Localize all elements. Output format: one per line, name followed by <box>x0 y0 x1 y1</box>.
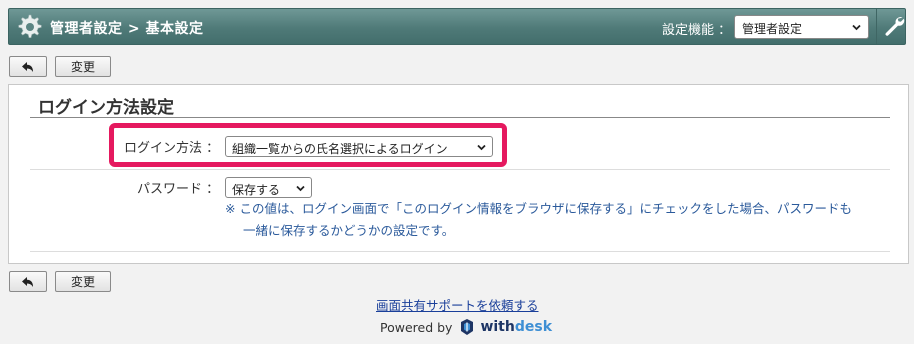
back-button-bottom[interactable] <box>9 271 47 292</box>
powered-by: Powered by with desk <box>380 318 552 336</box>
change-button-bottom-label: 変更 <box>70 275 95 289</box>
password-note: ※ この値は、ログイン画面で「このログイン情報をブラウザに保存する」にチェックを… <box>225 198 895 242</box>
change-button-bottom[interactable]: 変更 <box>55 271 111 292</box>
back-arrow-icon <box>22 61 33 72</box>
password-label: パスワード ： <box>137 182 220 197</box>
withdesk-logo-icon <box>461 319 474 335</box>
page-breadcrumb: 管理者設定 > 基本設定 <box>50 21 204 37</box>
withdesk-logo-with: with <box>480 319 515 335</box>
row-divider <box>30 169 890 170</box>
wrench-icon[interactable] <box>883 15 905 37</box>
password-note-line1: ※ この値は、ログイン画面で「このログイン情報をブラウザに保存する」にチェックを… <box>225 201 852 216</box>
setting-function-label: 設定機能 ： <box>662 23 732 38</box>
gear-icon <box>18 14 42 38</box>
change-button-top-label: 変更 <box>70 60 95 74</box>
login-method-label: ログイン方法 ： <box>124 141 220 156</box>
back-button[interactable] <box>9 56 47 77</box>
screen-share-support-link[interactable]: 画面共有サポートを依頼する <box>376 295 539 314</box>
password-select-value: 保存する <box>232 183 281 197</box>
panel-bottom-divider <box>30 251 890 252</box>
powered-by-text: Powered by <box>380 319 453 335</box>
chevron-down-icon <box>296 185 305 192</box>
header-bar: 管理者設定 > 基本設定 設定機能 ： 管理者設定 <box>8 8 906 45</box>
chevron-down-icon <box>477 144 486 151</box>
password-select[interactable]: 保存する <box>225 177 312 198</box>
panel-title: ログイン方法設定 <box>38 98 174 118</box>
login-method-select-value: 組織一覧からの氏名選択によるログイン <box>232 142 448 156</box>
back-arrow-icon <box>22 276 33 287</box>
login-method-select[interactable]: 組織一覧からの氏名選択によるログイン <box>225 136 493 157</box>
chevron-down-icon <box>852 24 861 31</box>
title-divider <box>30 117 890 118</box>
header-divider <box>876 9 877 44</box>
setting-function-select-value: 管理者設定 <box>742 22 803 36</box>
login-settings-panel: ログイン方法設定 ログイン方法 ： 組織一覧からの氏名選択によるログイン パスワ… <box>8 84 909 264</box>
setting-function-select[interactable]: 管理者設定 <box>734 15 869 39</box>
change-button-top[interactable]: 変更 <box>55 56 111 77</box>
password-note-line2: 一緒に保存するかどうかの設定です。 <box>243 223 455 238</box>
withdesk-logo-desk: desk <box>514 319 553 335</box>
